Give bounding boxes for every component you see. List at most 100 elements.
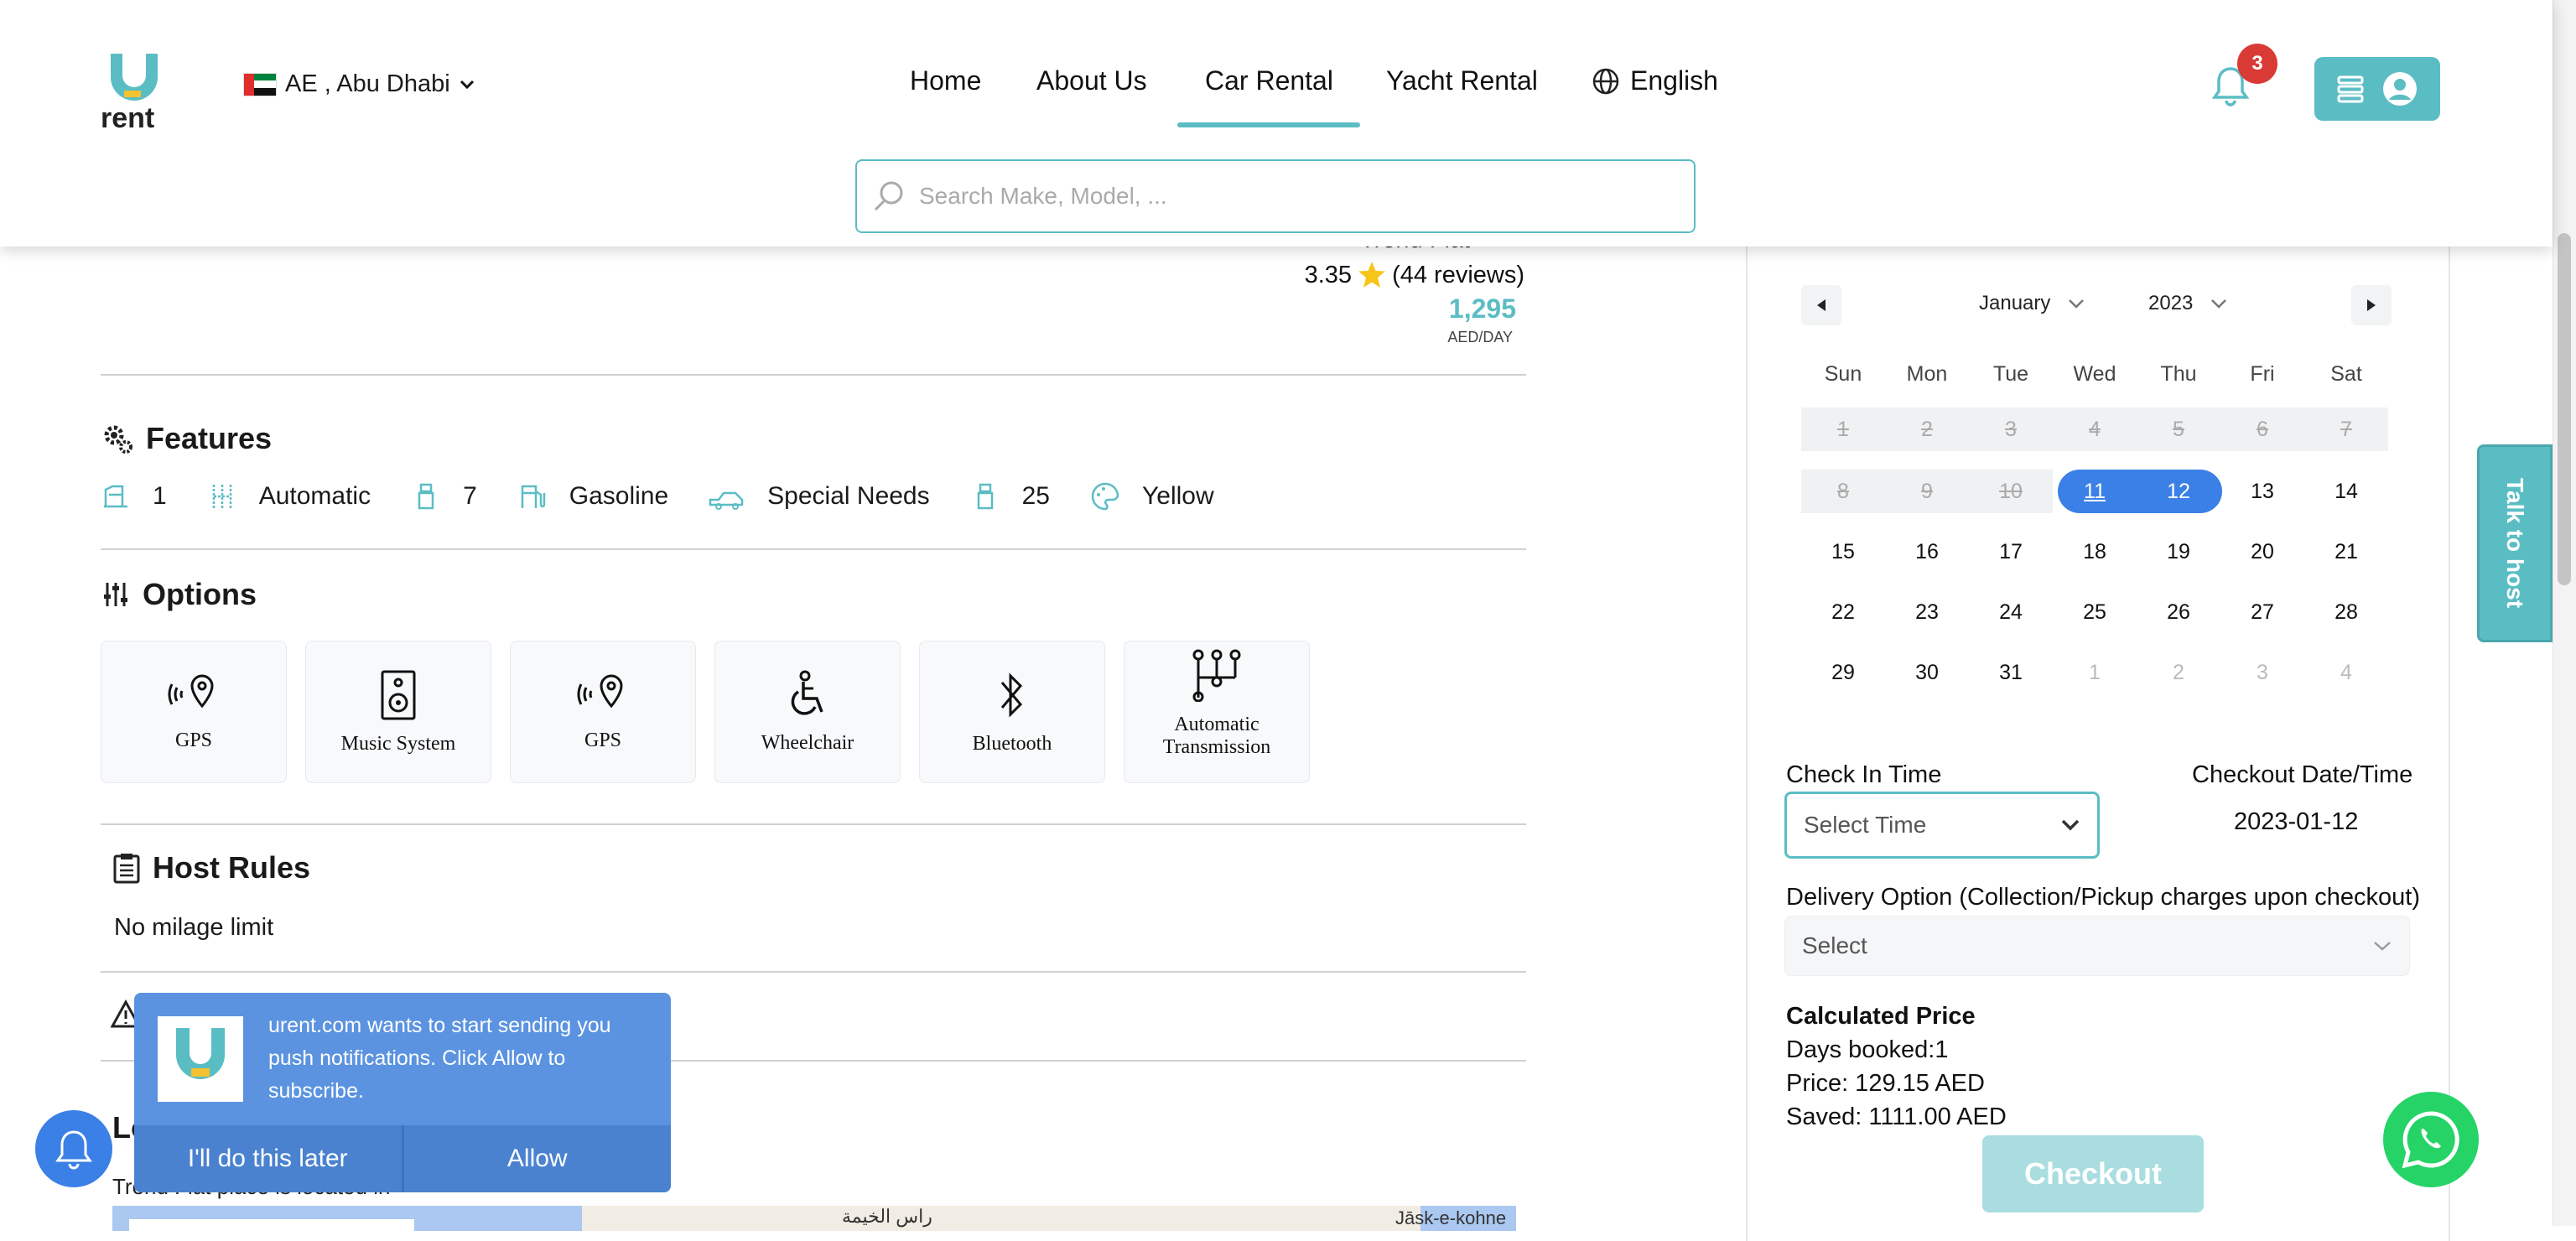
fuel-icon	[521, 485, 546, 508]
calendar-day[interactable]: 11	[2053, 470, 2137, 513]
check-in-placeholder: Select Time	[1804, 812, 1927, 838]
price-saved: Saved: 1111.00 AED	[1786, 1103, 2007, 1130]
option-label: GPS	[584, 729, 622, 751]
options-title: Options	[143, 577, 257, 611]
nav-home[interactable]: Home	[910, 65, 981, 96]
reviews-count[interactable]: (44 reviews)	[1392, 262, 1524, 289]
feature-value: 7	[463, 482, 477, 510]
calendar-day[interactable]: 13	[2220, 470, 2304, 513]
menu-list-icon	[2337, 75, 2364, 103]
user-menu-button[interactable]	[2314, 57, 2440, 121]
option-label: Music System	[340, 732, 456, 755]
calendar-day[interactable]: 21	[2304, 530, 2388, 574]
scrollbar-thumb[interactable]	[2558, 233, 2571, 585]
calendar-day[interactable]: 30	[1885, 651, 1969, 694]
push-message: urent.com wants to start sending you pus…	[268, 1014, 611, 1103]
price-unit: AED/DAY	[1447, 329, 1513, 345]
whatsapp-button[interactable]	[2383, 1092, 2479, 1187]
page-scrollbar[interactable]	[2553, 0, 2576, 1226]
calendar-day[interactable]: 14	[2304, 470, 2388, 513]
seat-count-icon	[418, 483, 434, 510]
car-rating: 3.35 (44 reviews)	[1305, 260, 1524, 290]
calendar-day[interactable]: 15	[1801, 530, 1885, 574]
divider	[101, 971, 1526, 973]
location-map[interactable]: راس الخيمة Jāsk-e-kohne	[112, 1206, 1516, 1231]
month-label: January	[1979, 292, 2051, 314]
feature-value: 25	[1021, 482, 1050, 510]
calendar-day[interactable]: 24	[1969, 590, 2053, 634]
feature-item: 7	[411, 481, 477, 511]
gps-icon	[577, 673, 623, 708]
option-card-music-system: Music System	[305, 641, 491, 783]
talk-to-host-tab[interactable]: Talk to host	[2477, 444, 2553, 642]
location-selector[interactable]: AE , Abu Dhabi	[243, 70, 475, 98]
calendar-day[interactable]: 16	[1885, 530, 1969, 574]
urent-logo	[158, 1016, 243, 1102]
weekday-sat: Sat	[2330, 362, 2362, 386]
rating-value: 3.35	[1304, 261, 1353, 288]
next-month-button[interactable]	[2351, 285, 2392, 325]
feature-value: Special Needs	[767, 482, 930, 510]
bell-icon	[55, 1130, 92, 1170]
month-select[interactable]: January	[1979, 292, 2085, 315]
calendar-day[interactable]: 17	[1969, 530, 2053, 574]
search-input[interactable]	[917, 182, 1672, 210]
check-in-time-select[interactable]: Select Time	[1784, 792, 2100, 859]
search-icon	[874, 181, 903, 211]
weekday-thu: Thu	[2160, 362, 2197, 386]
chevron-down-icon	[2374, 942, 2391, 951]
calendar-day[interactable]: 22	[1801, 590, 1885, 634]
calendar-day: 1	[2089, 660, 2101, 684]
calendar-day[interactable]: 20	[2220, 530, 2304, 574]
calendar-day[interactable]: 18	[2053, 530, 2137, 574]
clipboard-icon	[113, 854, 140, 884]
map-label: Jāsk-e-kohne	[1395, 1207, 1507, 1228]
divider	[101, 548, 1526, 550]
language-selector[interactable]: English	[1592, 65, 1718, 96]
speaker-icon	[381, 670, 416, 719]
calendar-day[interactable]: 26	[2137, 590, 2220, 634]
calendar-day: 9	[1885, 470, 1969, 513]
star-icon	[1358, 262, 1386, 288]
checkout-button[interactable]: Checkout	[1982, 1135, 2204, 1212]
calendar-day: 10	[1969, 470, 2053, 513]
prev-month-button[interactable]	[1801, 285, 1841, 325]
option-label: Wheelchair	[761, 731, 854, 754]
calendar-day[interactable]: 27	[2220, 590, 2304, 634]
features-list: 1 Automatic 7 Gasoline Special Needs 25 …	[101, 481, 1254, 511]
notification-count-badge: 3	[2237, 44, 2277, 84]
feature-item: Automatic	[207, 481, 371, 511]
option-card-wheelchair: Wheelchair	[714, 641, 901, 783]
map-search-box[interactable]	[129, 1219, 414, 1231]
calendar-day: 6	[2220, 408, 2304, 451]
nav-yacht-rental[interactable]: Yacht Rental	[1386, 65, 1538, 96]
option-card-bluetooth: Bluetooth	[919, 641, 1105, 783]
nav-about-us[interactable]: About Us	[1036, 65, 1147, 96]
urent-logo[interactable]: rent	[99, 50, 183, 131]
calendar-day[interactable]: 28	[2304, 590, 2388, 634]
push-allow-button[interactable]: Allow	[404, 1125, 672, 1192]
seat-icon	[104, 485, 127, 508]
year-select[interactable]: 2023	[2148, 292, 2228, 315]
calendar-day[interactable]: 19	[2137, 530, 2220, 574]
svg-text:rent: rent	[101, 102, 154, 131]
nav-car-rental[interactable]: Car Rental	[1205, 65, 1333, 96]
calendar-day[interactable]: 31	[1969, 651, 2053, 694]
active-nav-indicator	[1177, 122, 1360, 127]
calendar-day: 3	[2257, 660, 2268, 684]
push-bell-button[interactable]	[35, 1110, 112, 1187]
push-later-button[interactable]: I'll do this later	[134, 1125, 404, 1192]
calendar-day: 1	[1801, 408, 1885, 451]
search-bar[interactable]	[855, 159, 1696, 233]
calendar-day[interactable]: 23	[1885, 590, 1969, 634]
calendar-day[interactable]: 12	[2137, 470, 2220, 513]
host-rule-item: No milage limit	[114, 914, 274, 941]
calendar-day[interactable]: 25	[2053, 590, 2137, 634]
calendar-day[interactable]: 29	[1801, 651, 1885, 694]
delivery-option-select[interactable]: Select	[1784, 916, 2410, 976]
feature-item: Gasoline	[517, 481, 668, 511]
push-notification-prompt: urent.com wants to start sending you pus…	[134, 993, 671, 1192]
location-label: AE , Abu Dhabi	[285, 70, 450, 97]
gps-icon	[168, 673, 214, 708]
checkout-label: Checkout Date/Time	[2192, 761, 2413, 788]
